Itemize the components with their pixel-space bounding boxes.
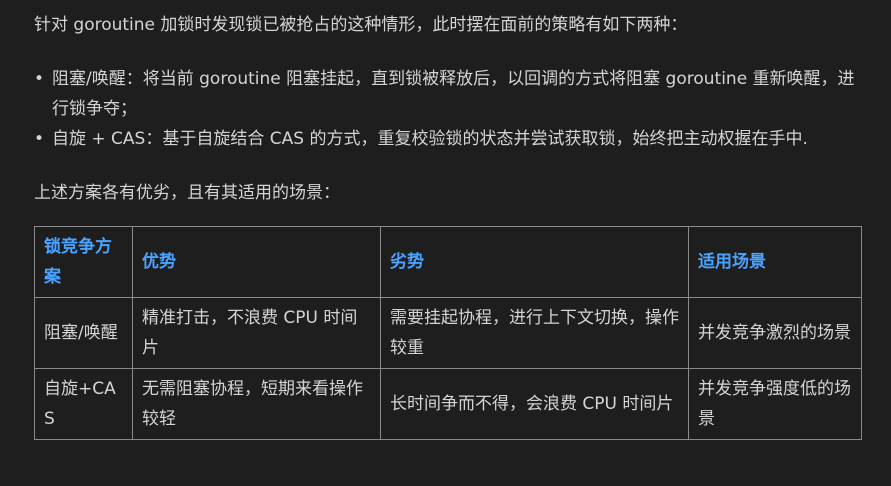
column-header-disadvantages: 劣势 (380, 226, 689, 298)
list-item: • 阻塞/唤醒：将当前 goroutine 阻塞挂起，直到锁被释放后，以回调的方… (34, 64, 864, 124)
table-cell: 精准打击，不浪费 CPU 时间片 (132, 297, 381, 369)
bullet-marker: • (34, 129, 45, 149)
table-cell: 需要挂起协程，进行上下文切换，操作较重 (380, 297, 689, 369)
list-item: • 自旋 + CAS：基于自旋结合 CAS 的方式，重复校验锁的状态并尝试获取锁… (34, 124, 864, 154)
table-row: 自旋+CAS 无需阻塞协程，短期来看操作较轻 长时间争而不得，会浪费 CPU 时… (34, 368, 862, 440)
column-header-scenarios: 适用场景 (688, 226, 862, 298)
table-cell: 自旋+CAS (34, 368, 133, 440)
list-item-text: 阻塞/唤醒：将当前 goroutine 阻塞挂起，直到锁被释放后，以回调的方式将… (52, 69, 855, 119)
strategy-list: • 阻塞/唤醒：将当前 goroutine 阻塞挂起，直到锁被释放后，以回调的方… (34, 64, 864, 154)
table-cell: 阻塞/唤醒 (34, 297, 133, 369)
table-cell: 无需阻塞协程，短期来看操作较轻 (132, 368, 381, 440)
article-body: 针对 goroutine 加锁时发现锁已被抢占的这种情形，此时摆在面前的策略有如… (0, 0, 864, 440)
intro-paragraph: 针对 goroutine 加锁时发现锁已被抢占的这种情形，此时摆在面前的策略有如… (34, 15, 688, 35)
table-cell: 并发竞争强度低的场景 (688, 368, 862, 440)
column-header-advantages: 优势 (132, 226, 381, 298)
table-row: 阻塞/唤醒 精准打击，不浪费 CPU 时间片 需要挂起协程，进行上下文切换，操作… (34, 297, 862, 369)
table-header-row: 锁竞争方案 优势 劣势 适用场景 (34, 226, 862, 298)
summary-paragraph: 上述方案各有优劣，且有其适用的场景： (34, 183, 340, 203)
comparison-table: 锁竞争方案 优势 劣势 适用场景 阻塞/唤醒 精准打击，不浪费 CPU 时间片 … (34, 226, 862, 440)
table-cell: 并发竞争激烈的场景 (688, 297, 862, 369)
bullet-marker: • (34, 69, 45, 89)
table-cell: 长时间争而不得，会浪费 CPU 时间片 (380, 368, 689, 440)
column-header-scheme: 锁竞争方案 (34, 226, 133, 298)
list-item-text: 自旋 + CAS：基于自旋结合 CAS 的方式，重复校验锁的状态并尝试获取锁，始… (52, 129, 808, 149)
